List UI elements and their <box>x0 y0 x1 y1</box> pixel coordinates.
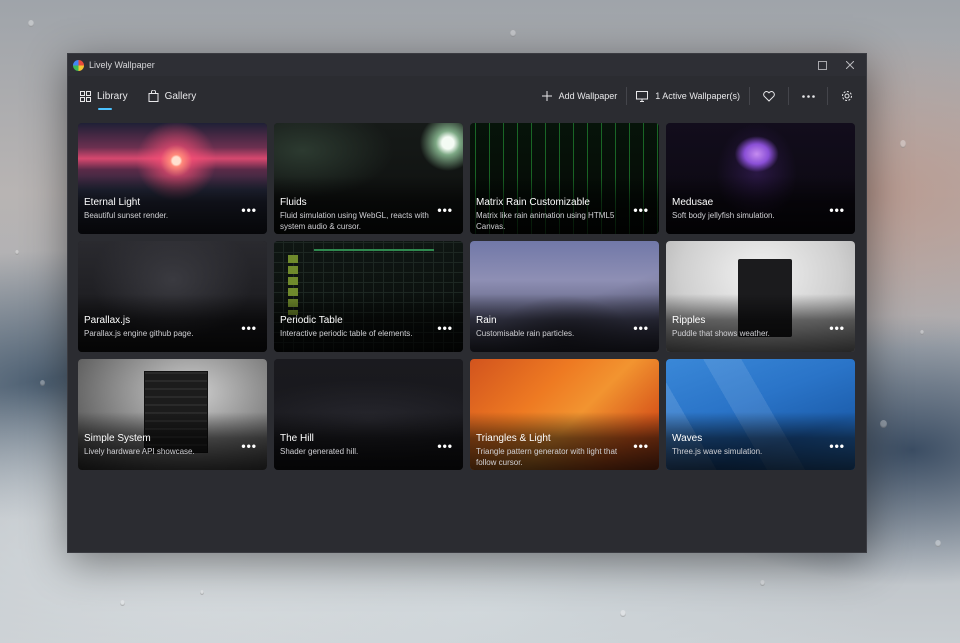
app-window: Lively Wallpaper Library Gallery Add Wal… <box>67 53 867 553</box>
window-title: Lively Wallpaper <box>89 60 155 70</box>
wallpaper-card[interactable]: Rain Customisable rain particles. ••• <box>470 241 659 352</box>
monitor-icon <box>636 90 649 102</box>
card-more-button[interactable]: ••• <box>829 321 845 335</box>
wallpaper-description: Interactive periodic table of elements. <box>280 329 413 338</box>
wallpaper-title: Matrix Rain Customizable <box>476 197 590 208</box>
wallpaper-title: Fluids <box>280 197 307 208</box>
wallpaper-title: Periodic Table <box>280 315 343 326</box>
wallpaper-title: Triangles & Light <box>476 433 551 444</box>
title-bar: Lively Wallpaper <box>68 54 866 76</box>
nav-bar: Library Gallery Add Wallpaper 1 Active W… <box>68 76 866 116</box>
grid-icon <box>80 90 91 102</box>
wallpaper-grid: Eternal Light Beautiful sunset render. •… <box>78 123 858 470</box>
wallpaper-description: Three.js wave simulation. <box>672 447 763 456</box>
card-more-button[interactable]: ••• <box>241 439 257 453</box>
card-more-button[interactable]: ••• <box>437 321 453 335</box>
heart-icon <box>763 90 775 102</box>
active-wallpapers-label: 1 Active Wallpaper(s) <box>655 91 740 101</box>
favorite-button[interactable] <box>750 76 788 116</box>
wallpaper-title: Rain <box>476 315 497 326</box>
more-options-button[interactable] <box>789 76 827 116</box>
add-wallpaper-button[interactable]: Add Wallpaper <box>533 76 627 116</box>
close-button[interactable] <box>836 54 864 76</box>
wallpaper-card[interactable]: Waves Three.js wave simulation. ••• <box>666 359 855 470</box>
wallpaper-card[interactable]: Eternal Light Beautiful sunset render. •… <box>78 123 267 234</box>
wallpaper-description: Fluid simulation using WebGL, reacts wit… <box>280 211 429 231</box>
wallpaper-description: Triangle pattern generator with light th… <box>476 447 618 467</box>
thumbnail-overlay <box>470 294 659 352</box>
wallpaper-description: Puddle that shows weather. <box>672 329 770 338</box>
wallpaper-card[interactable]: Ripples Puddle that shows weather. ••• <box>666 241 855 352</box>
wallpaper-card[interactable]: Matrix Rain Customizable Matrix like rai… <box>470 123 659 234</box>
wallpaper-card[interactable]: The Hill Shader generated hill. ••• <box>274 359 463 470</box>
gear-icon <box>842 91 852 101</box>
card-more-button[interactable]: ••• <box>829 439 845 453</box>
wallpaper-title: Parallax.js <box>84 315 131 326</box>
thumbnail-detail <box>314 249 434 251</box>
app-logo-icon <box>73 59 84 71</box>
wallpaper-description: Shader generated hill. <box>280 447 359 456</box>
more-icon <box>801 94 815 98</box>
wallpaper-card[interactable]: Parallax.js Parallax.js engine github pa… <box>78 241 267 352</box>
maximize-button[interactable] <box>808 54 836 76</box>
wallpaper-title: Waves <box>672 433 703 444</box>
wallpaper-title: The Hill <box>280 433 314 444</box>
wallpaper-description: Parallax.js engine github page. <box>84 329 194 338</box>
add-wallpaper-label: Add Wallpaper <box>558 91 618 101</box>
wallpaper-card[interactable]: Periodic Table Interactive periodic tabl… <box>274 241 463 352</box>
card-more-button[interactable]: ••• <box>633 203 649 217</box>
card-more-button[interactable]: ••• <box>437 203 453 217</box>
wallpaper-description: Beautiful sunset render. <box>84 211 169 220</box>
wallpaper-card[interactable]: Simple System Lively hardware API showca… <box>78 359 267 470</box>
wallpaper-card[interactable]: Triangles & Light Triangle pattern gener… <box>470 359 659 470</box>
card-more-button[interactable]: ••• <box>241 321 257 335</box>
wallpaper-description: Customisable rain particles. <box>476 329 575 338</box>
card-more-button[interactable]: ••• <box>633 439 649 453</box>
plus-icon <box>541 91 552 101</box>
tab-library[interactable]: Library <box>70 76 138 116</box>
wallpaper-description: Lively hardware API showcase. <box>84 447 195 456</box>
wallpaper-title: Ripples <box>672 315 706 326</box>
tab-gallery-label: Gallery <box>164 90 197 102</box>
maximize-icon <box>817 60 827 70</box>
wallpaper-card[interactable]: Fluids Fluid simulation using WebGL, rea… <box>274 123 463 234</box>
wallpaper-title: Eternal Light <box>84 197 141 208</box>
close-icon <box>846 61 854 69</box>
wallpaper-title: Simple System <box>84 433 151 444</box>
tab-library-label: Library <box>97 90 128 102</box>
settings-button[interactable] <box>828 76 866 116</box>
wallpaper-description: Matrix like rain animation using HTML5 C… <box>476 211 615 231</box>
card-more-button[interactable]: ••• <box>241 203 257 217</box>
toolbar: Add Wallpaper 1 Active Wallpaper(s) <box>533 76 866 116</box>
card-more-button[interactable]: ••• <box>437 439 453 453</box>
active-wallpapers-button[interactable]: 1 Active Wallpaper(s) <box>627 76 749 116</box>
card-more-button[interactable]: ••• <box>829 203 845 217</box>
tab-gallery[interactable]: Gallery <box>138 76 207 116</box>
bag-icon <box>148 90 159 102</box>
wallpaper-description: Soft body jellyfish simulation. <box>672 211 775 220</box>
wallpaper-card[interactable]: Medusae Soft body jellyfish simulation. … <box>666 123 855 234</box>
wallpaper-title: Medusae <box>672 197 714 208</box>
card-more-button[interactable]: ••• <box>633 321 649 335</box>
